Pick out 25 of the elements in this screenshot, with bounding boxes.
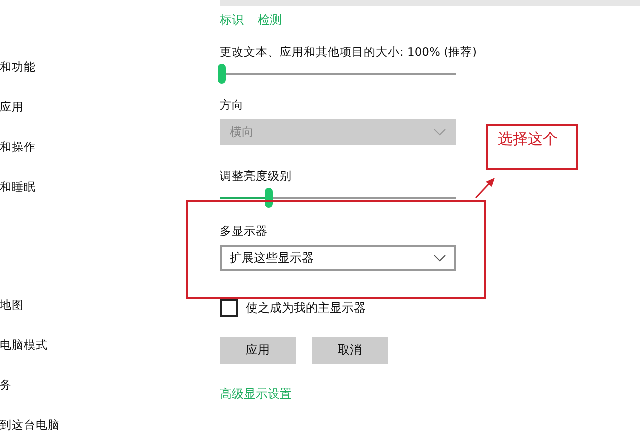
chevron-down-icon <box>434 254 446 262</box>
button[interactable]: 取消 <box>312 337 388 364</box>
sidebar-item[interactable]: 和睡眠 <box>0 180 220 194</box>
sidebar-item[interactable]: 应用 <box>0 100 220 114</box>
sidebar-item[interactable]: 地图 <box>0 298 220 312</box>
orientation-label: 方向 <box>220 98 244 113</box>
checkbox-label: 使之成为我的主显示器 <box>246 300 366 316</box>
multiple-displays-label: 多显示器 <box>220 224 268 239</box>
scale-label: 更改文本、应用和其他项目的大小: 100% (推荐) <box>220 45 478 60</box>
slider-thumb[interactable] <box>218 64 226 84</box>
dropdown[interactable]: 扩展这些显示器 <box>220 245 456 271</box>
checkbox[interactable] <box>220 299 238 317</box>
slider[interactable] <box>220 64 456 84</box>
slider-thumb[interactable] <box>265 188 274 208</box>
chevron-down-icon <box>434 128 446 136</box>
sidebar-item[interactable]: 电脑模式 <box>0 338 220 352</box>
slider[interactable] <box>220 188 456 208</box>
sidebar-item[interactable]: 和功能 <box>0 60 220 74</box>
callout-box: 选择这个 <box>486 124 578 170</box>
sidebar-item[interactable]: 到这台电脑 <box>0 418 220 432</box>
sidebar-item[interactable]: 务 <box>0 378 220 392</box>
sidebar-item[interactable]: 和操作 <box>0 140 220 154</box>
button[interactable]: 应用 <box>220 337 296 364</box>
arrow <box>474 176 496 200</box>
brightness-label: 调整亮度级别 <box>220 169 292 184</box>
